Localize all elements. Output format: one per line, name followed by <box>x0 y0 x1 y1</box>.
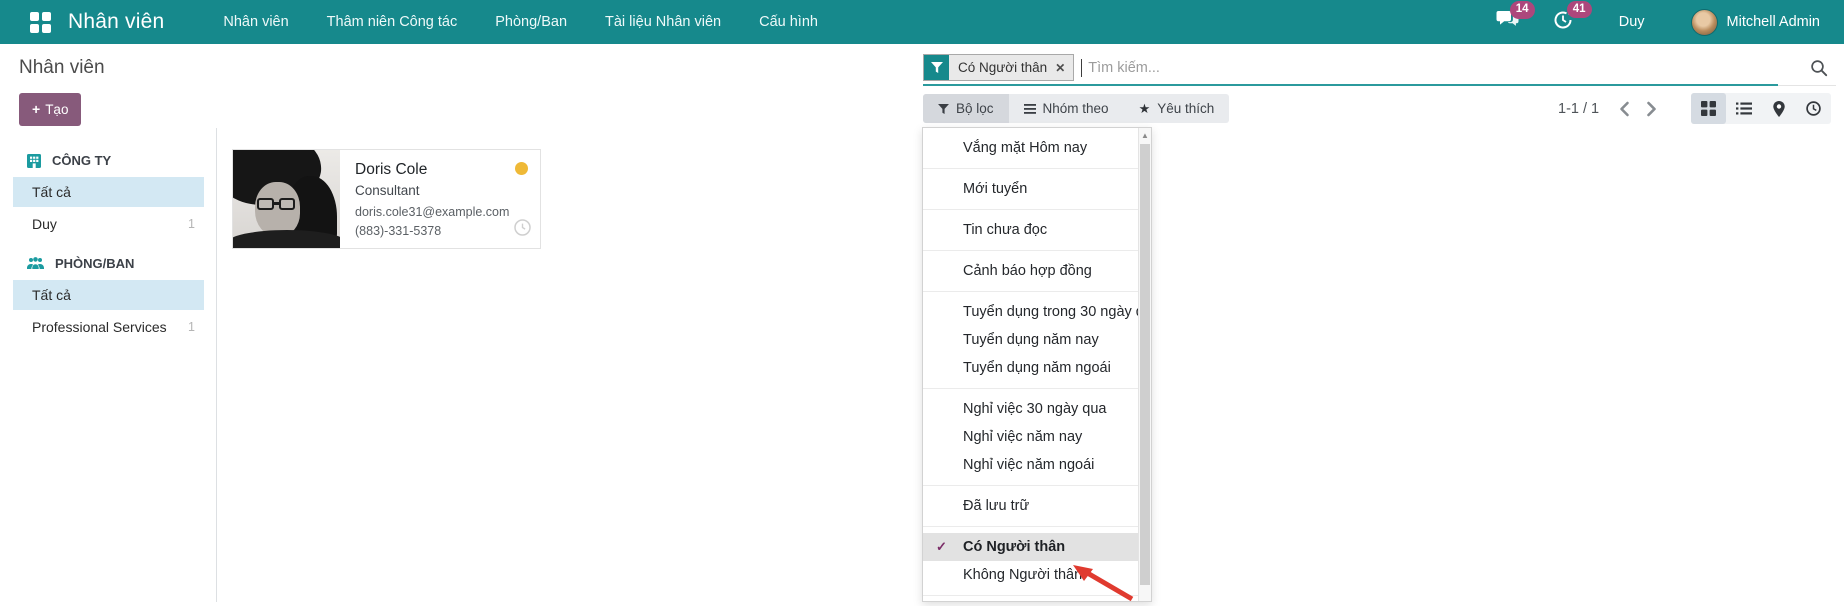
scroll-up-icon[interactable]: ▲ <box>1139 128 1151 143</box>
scrollbar-thumb[interactable] <box>1140 144 1150 585</box>
pager-previous-icon[interactable] <box>1619 101 1630 117</box>
presence-status-dot[interactable] <box>515 162 528 175</box>
filters-dropdown-menu: Vắng mặt Hôm nay Mới tuyển Tin chưa đọc … <box>922 127 1152 602</box>
filter-item-hired-last-year[interactable]: Tuyển dụng năm ngoái <box>923 354 1138 382</box>
check-icon: ✓ <box>936 539 947 555</box>
activity-view-icon[interactable] <box>1796 93 1831 124</box>
menu-seniority[interactable]: Thâm niên Công tác <box>308 0 477 44</box>
building-icon <box>27 154 41 168</box>
messages-button[interactable]: 14 <box>1496 10 1519 34</box>
sidebar-item-department-all[interactable]: Tất cả <box>13 280 204 310</box>
facet-label: Có Người thân <box>958 60 1047 75</box>
item-count: 1 <box>188 320 195 334</box>
filter-item-absent-today[interactable]: Vắng mặt Hôm nay <box>923 134 1138 162</box>
activities-badge: 41 <box>1567 1 1592 19</box>
menu-configuration[interactable]: Cấu hình <box>740 0 837 44</box>
pager-and-views: 1-1 / 1 <box>1558 93 1836 124</box>
dropdown-scrollbar[interactable]: ▲ <box>1138 128 1151 601</box>
sidebar-item-company-duy[interactable]: Duy 1 <box>13 209 204 239</box>
activities-button[interactable]: 41 <box>1553 10 1573 35</box>
search-panel-sidebar: CÔNG TY Tất cả Duy 1 PHÒNG/BAN Tất cả Pr… <box>0 128 217 602</box>
search-facet: Có Người thân ✕ <box>923 54 1074 81</box>
menu-employees[interactable]: Nhân viên <box>204 0 307 44</box>
filter-item-no-relatives[interactable]: Không Người thân <box>923 561 1138 589</box>
sidebar-item-label: Professional Services <box>32 319 167 335</box>
user-menu[interactable]: Mitchell Admin <box>1691 9 1820 36</box>
menu-departments[interactable]: Phòng/Ban <box>476 0 586 44</box>
section-company-title: CÔNG TY <box>52 153 111 168</box>
kanban-view-icon[interactable] <box>1691 93 1726 124</box>
filter-item-unread-messages[interactable]: Tin chưa đọc <box>923 216 1138 244</box>
filter-item-has-relatives[interactable]: ✓ Có Người thân <box>923 533 1138 561</box>
filter-item-hired-this-year[interactable]: Tuyển dụng năm nay <box>923 326 1138 354</box>
funnel-icon <box>938 104 949 114</box>
group-by-icon <box>1024 104 1036 114</box>
filter-item-departed-30-days[interactable]: Nghỉ việc 30 ngày qua <box>923 395 1138 423</box>
employee-card[interactable]: Doris Cole Consultant doris.cole31@examp… <box>232 149 541 249</box>
employee-job-title: Consultant <box>355 183 526 198</box>
employee-photo <box>233 150 340 248</box>
sidebar-section-company: CÔNG TY Tất cả Duy 1 <box>0 153 216 239</box>
glasses-right <box>279 198 295 210</box>
top-menu: Nhân viên Thâm niên Công tác Phòng/Ban T… <box>204 0 837 44</box>
create-button-label: Tạo <box>45 102 68 117</box>
filter-item-contract-warning[interactable]: Cảnh báo hợp đồng <box>923 257 1138 285</box>
user-avatar <box>1691 9 1718 36</box>
filter-item-newly-hired[interactable]: Mới tuyển <box>923 175 1138 203</box>
menu-documents[interactable]: Tài liệu Nhân viên <box>586 0 740 44</box>
search-icon[interactable] <box>1802 59 1836 77</box>
filter-item-departed-this-year[interactable]: Nghỉ việc năm nay <box>923 423 1138 451</box>
group-by-button[interactable]: Nhóm theo <box>1009 94 1124 123</box>
list-view-icon[interactable] <box>1726 93 1761 124</box>
employee-email[interactable]: doris.cole31@example.com <box>355 205 526 219</box>
group-by-label: Nhóm theo <box>1043 101 1109 116</box>
create-button[interactable]: + Tạo <box>19 93 81 126</box>
view-switcher <box>1691 93 1831 124</box>
filter-item-archived[interactable]: Đã lưu trữ <box>923 492 1138 520</box>
search-input[interactable] <box>1082 60 1802 76</box>
filter-item-hired-last-30-days[interactable]: Tuyển dụng trong 30 ngày qua <box>923 298 1138 326</box>
company-switcher[interactable]: Duy <box>1619 14 1645 30</box>
filters-label: Bộ lọc <box>956 101 994 116</box>
glasses-left <box>257 198 274 210</box>
sidebar-item-label: Tất cả <box>32 287 71 303</box>
section-company-header: CÔNG TY <box>0 153 216 168</box>
employee-name[interactable]: Doris Cole <box>355 161 526 179</box>
item-count: 1 <box>188 217 195 231</box>
favorites-label: Yêu thích <box>1157 101 1214 116</box>
pager-counter: 1-1 / 1 <box>1558 101 1599 117</box>
employee-phone[interactable]: (883)-331-5378 <box>355 224 526 238</box>
section-department-header: PHÒNG/BAN <box>0 256 216 271</box>
facet-remove-icon[interactable]: ✕ <box>1055 61 1065 75</box>
plus-icon: + <box>32 101 40 117</box>
search-bar[interactable]: Có Người thân ✕ <box>923 50 1836 86</box>
topbar-right: 14 41 Duy Mitchell Admin <box>1462 9 1820 36</box>
sidebar-item-label: Duy <box>32 216 57 232</box>
pager-next-icon[interactable] <box>1646 101 1657 117</box>
schedule-activity-icon[interactable] <box>514 219 531 241</box>
users-icon <box>27 257 44 270</box>
user-name: Mitchell Admin <box>1727 14 1820 30</box>
apps-menu-icon[interactable] <box>30 12 51 33</box>
filter-item-departed-last-year[interactable]: Nghỉ việc năm ngoái <box>923 451 1138 479</box>
star-icon: ★ <box>1139 101 1151 117</box>
top-navbar: Nhân viên Nhân viên Thâm niên Công tác P… <box>0 0 1844 44</box>
employee-card-body: Doris Cole Consultant doris.cole31@examp… <box>340 150 540 248</box>
sidebar-section-department: PHÒNG/BAN Tất cả Professional Services 1 <box>0 256 216 342</box>
section-department-title: PHÒNG/BAN <box>55 256 134 271</box>
sidebar-item-professional-services[interactable]: Professional Services 1 <box>13 312 204 342</box>
search-options-toolbar: Bộ lọc Nhóm theo ★ Yêu thích <box>923 94 1229 123</box>
messages-badge: 14 <box>1510 1 1535 19</box>
map-view-icon[interactable] <box>1761 93 1796 124</box>
favorites-button[interactable]: ★ Yêu thích <box>1124 94 1230 123</box>
sidebar-item-label: Tất cả <box>32 184 71 200</box>
filter-facet-icon <box>924 55 949 80</box>
app-title[interactable]: Nhân viên <box>68 10 164 34</box>
sidebar-item-company-all[interactable]: Tất cả <box>13 177 204 207</box>
filters-button[interactable]: Bộ lọc <box>923 94 1009 123</box>
breadcrumb: Nhân viên <box>19 57 105 79</box>
